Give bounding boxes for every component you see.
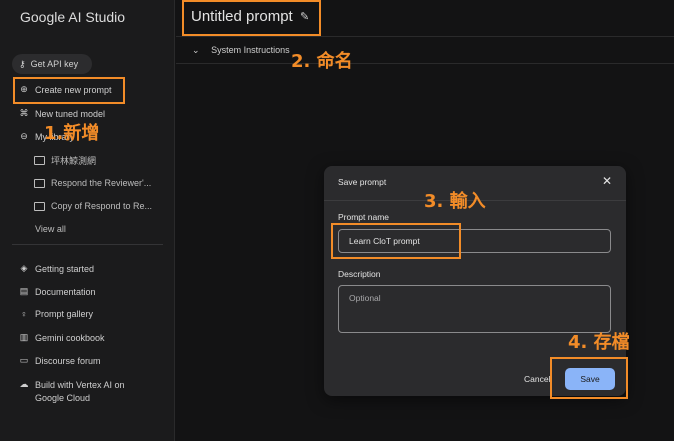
- chat-icon: [34, 178, 45, 188]
- lightbulb-icon: ♀: [20, 309, 28, 319]
- annotation-step-4: 4. 存檔: [568, 332, 630, 353]
- description-label: Description: [338, 269, 381, 279]
- chat-icon: [34, 156, 45, 165]
- sidebar-item-label: Getting started: [35, 263, 95, 274]
- sidebar-item-discourse-forum[interactable]: ▭ Discourse forum: [18, 355, 101, 366]
- sidebar-item-label: Discourse forum: [35, 355, 101, 366]
- sidebar-item-label: Prompt gallery: [35, 309, 94, 319]
- highlight-box-title: [182, 0, 321, 36]
- sidebar-item-new-tuned-model[interactable]: ⌘ New tuned model: [18, 108, 106, 119]
- library-item[interactable]: Copy of Respond to Re...: [34, 201, 152, 211]
- get-api-key-button[interactable]: ⚷ Get API key: [12, 54, 92, 74]
- sidebar-item-label-line2: Google Cloud: [35, 393, 91, 403]
- sidebar-item-label: Gemini cookbook: [35, 332, 105, 343]
- cancel-button[interactable]: Cancel: [524, 374, 550, 384]
- library-item-label: Respond the Reviewer'...: [51, 178, 152, 188]
- highlight-box-name: [331, 223, 461, 259]
- sidebar: Google AI Studio ⚷ Get API key ⊕ Create …: [0, 0, 175, 441]
- highlight-box-create: [13, 77, 125, 104]
- sidebar-item-label: Build with Vertex AI on: [35, 380, 125, 390]
- chevron-down-icon: ⌄: [192, 45, 200, 55]
- system-instructions-label: System Instructions: [211, 45, 290, 55]
- brand-title: Google AI Studio: [20, 9, 126, 25]
- annotation-step-1: 1.新增: [44, 123, 100, 144]
- cloud-icon: ☁: [19, 379, 29, 389]
- sidebar-item-getting-started[interactable]: ◈ Getting started: [18, 263, 95, 274]
- highlight-box-save: [550, 357, 628, 399]
- dialog-title: Save prompt: [338, 177, 387, 187]
- sidebar-item-documentation[interactable]: ▤ Documentation: [18, 286, 96, 297]
- chat-icon: [34, 201, 45, 211]
- sidebar-item-gemini-cookbook[interactable]: ▥ Gemini cookbook: [18, 332, 105, 343]
- forum-icon: ▭: [19, 355, 29, 365]
- description-textarea[interactable]: Optional: [338, 285, 611, 333]
- sidebar-item-vertex-ai[interactable]: ☁ Build with Vertex AI on Google Cloud: [18, 379, 125, 405]
- tune-icon: ⌘: [19, 108, 29, 118]
- library-item[interactable]: Respond the Reviewer'...: [34, 178, 151, 188]
- sidebar-item-prompt-gallery[interactable]: ♀ Prompt gallery: [18, 309, 93, 319]
- sidebar-item-label: New tuned model: [35, 108, 106, 119]
- sidebar-item-label: Documentation: [35, 286, 96, 297]
- document-icon: ▤: [19, 286, 29, 296]
- key-icon: ⚷: [19, 58, 26, 69]
- annotation-step-2: 2. 命名: [291, 51, 353, 72]
- book-icon: ▥: [19, 332, 29, 342]
- library-icon: ⊖: [20, 131, 28, 141]
- library-item[interactable]: 坪林鯨測網: [34, 154, 96, 167]
- annotation-step-3: 3. 輸入: [424, 191, 486, 212]
- close-icon[interactable]: ✕: [602, 174, 612, 188]
- prompt-name-label: Prompt name: [338, 212, 390, 222]
- sidebar-divider: [12, 244, 163, 245]
- get-api-key-label: Get API key: [30, 59, 79, 69]
- system-instructions-toggle[interactable]: ⌄ System Instructions: [192, 45, 290, 56]
- view-all-link[interactable]: View all: [35, 224, 66, 234]
- compass-icon: ◈: [20, 263, 28, 273]
- library-item-label: Copy of Respond to Re...: [51, 201, 153, 211]
- library-item-label: 坪林鯨測網: [51, 156, 97, 166]
